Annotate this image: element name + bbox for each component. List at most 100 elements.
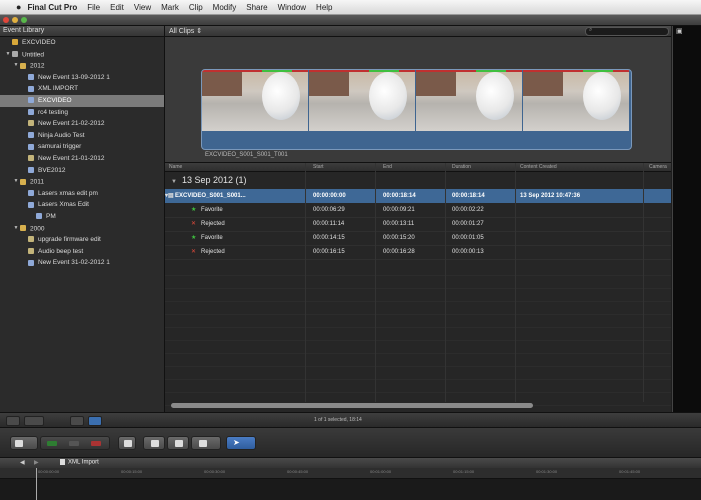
date-group-row[interactable]: ▼ 13 Sep 2012 (1) (165, 171, 671, 189)
arrow-cursor-icon: ➤ (233, 438, 240, 447)
forward-arrow-icon[interactable]: ▶ (34, 459, 39, 466)
column-header-name[interactable]: Name (169, 164, 182, 170)
search-icon: ⌕ (589, 27, 593, 33)
cell-start: 00:00:14:15 (313, 235, 345, 241)
library-item[interactable]: EXCVIDEO (0, 94, 164, 107)
disclosure-triangle-icon[interactable]: ▼ (12, 223, 20, 235)
library-item[interactable]: ▼ 2012 (0, 60, 164, 72)
menu-edit[interactable]: Edit (110, 3, 124, 12)
library-item-label: rc4 testing (38, 108, 68, 116)
library-item-label: samurai trigger (38, 143, 82, 151)
import-button[interactable] (40, 436, 110, 450)
close-window-button[interactable] (3, 17, 9, 23)
library-item[interactable]: New Event 31-02-2012 1 (0, 257, 164, 269)
star-icon (12, 39, 18, 46)
column-header-content-created[interactable]: Content Created (520, 164, 557, 170)
library-item[interactable]: New Event 21-02-2012 (0, 118, 164, 130)
horizontal-scrollbar[interactable] (171, 403, 533, 408)
event-icon (28, 236, 34, 243)
library-item[interactable]: EXCVIDEO (0, 37, 164, 49)
library-item[interactable]: XML IMPORT (0, 83, 164, 95)
column-header-end[interactable]: End (383, 164, 392, 170)
event-icon (28, 155, 34, 162)
library-item-label: upgrade firmware edit (38, 236, 101, 244)
keyword-button[interactable] (118, 436, 136, 450)
clip-filmstrip[interactable] (201, 69, 632, 150)
disclosure-triangle-icon[interactable]: ▼ (171, 179, 177, 185)
column-header-duration[interactable]: Duration (452, 164, 471, 170)
insert-clip-button[interactable] (167, 436, 189, 450)
rejected-x-icon: ✕ (191, 249, 197, 255)
select-tool-button[interactable]: ➤ (226, 436, 256, 450)
library-item[interactable]: BVE2012 (0, 165, 164, 177)
library-item-label: XML IMPORT (38, 85, 79, 93)
search-input[interactable]: ⌕ (585, 27, 669, 36)
clip-filter-dropdown[interactable]: All Clips ⇕ (169, 27, 202, 35)
library-item[interactable]: Lasers xmas edit pm (0, 188, 164, 200)
cell-duration: 00:00:18:14 (452, 193, 485, 199)
event-icon (28, 259, 34, 266)
library-item[interactable]: New Event 21-01-2012 (0, 153, 164, 165)
playhead[interactable] (36, 468, 37, 500)
zoom-window-button[interactable] (21, 17, 27, 23)
ruler-tick-label: 00:01:00:00 (370, 469, 392, 474)
library-item[interactable]: upgrade firmware edit (0, 234, 164, 246)
filmstrip-view-button[interactable] (6, 416, 20, 426)
library-item[interactable]: New Event 13-09-2012 1 (0, 72, 164, 84)
record-voiceover-button[interactable] (10, 436, 38, 450)
minimize-window-button[interactable] (12, 17, 18, 23)
menu-window[interactable]: Window (278, 3, 306, 12)
menu-share[interactable]: Share (246, 3, 267, 12)
timeline[interactable] (0, 479, 701, 500)
timeline-ruler[interactable]: 00:00:00:00 00:00:15:00 00:00:30:00 00:00:4… (0, 468, 701, 479)
favorite-range-row[interactable]: Favorite 00:00:14:15 00:00:15:20 00:00:01:0… (165, 231, 671, 246)
library-item[interactable]: ▼ 2000 (0, 223, 164, 235)
library-item-label: Untitled (22, 51, 45, 59)
app-menu[interactable]: Final Cut Pro (27, 3, 77, 12)
disclosure-triangle-icon[interactable]: ▼ (12, 176, 20, 188)
append-clip-button[interactable] (191, 436, 221, 450)
back-arrow-icon[interactable]: ◀ (20, 459, 25, 466)
library-item[interactable]: rc4 testing (0, 107, 164, 119)
filmstrip-toggle-button[interactable] (88, 416, 102, 426)
cell-duration: 00:00:02:22 (452, 207, 484, 213)
cell-start: 00:00:11:14 (313, 221, 345, 227)
menu-clip[interactable]: Clip (189, 3, 203, 12)
menu-modify[interactable]: Modify (213, 3, 237, 12)
event-icon (36, 213, 42, 220)
library-item[interactable]: PM (0, 211, 164, 223)
apple-menu-icon[interactable]: ● (16, 2, 21, 12)
project-name: XML Import (60, 459, 99, 466)
column-header-start[interactable]: Start (313, 164, 324, 170)
cell-end: 00:00:16:28 (383, 249, 415, 255)
clip-icon: ▾▤ (165, 193, 174, 199)
clip-row[interactable]: EXCVIDEO_S001_S001... 00:00:00:00 00:00:18… (165, 189, 671, 203)
connect-clip-button[interactable] (143, 436, 165, 450)
clip-thumbnail (202, 70, 308, 131)
rejected-range-row[interactable]: Rejected 00:00:16:15 00:00:16:28 00:00:00:1… (165, 245, 671, 260)
event-library-list: EXCVIDEO ▼ Untitled ▼ 2012 New Event 13-09-20… (0, 37, 164, 269)
column-header-camera[interactable]: Camera (649, 164, 667, 170)
browser-header: All Clips ⇕ ⌕ (165, 26, 671, 37)
list-view-button[interactable] (70, 416, 84, 426)
library-item[interactable]: Audio beep test (0, 246, 164, 258)
folder-icon (20, 225, 26, 232)
menu-mark[interactable]: Mark (161, 3, 179, 12)
menu-view[interactable]: View (134, 3, 151, 12)
clip-appearance-button[interactable] (24, 416, 44, 426)
library-item[interactable]: Ninja Audio Test (0, 130, 164, 142)
rejected-range-row[interactable]: Rejected 00:00:11:14 00:00:13:11 00:00:01:2… (165, 217, 671, 232)
library-item[interactable]: ▼ Untitled (0, 49, 164, 61)
library-item[interactable]: Lasers Xmas Edit (0, 199, 164, 211)
menu-file[interactable]: File (87, 3, 100, 12)
project-name-label: XML Import (68, 459, 99, 466)
library-item[interactable]: ▼ 2011 (0, 176, 164, 188)
library-item[interactable]: samurai trigger (0, 141, 164, 153)
disclosure-triangle-icon[interactable]: ▼ (4, 49, 12, 61)
toolbar: ➤ (0, 427, 701, 458)
favorite-range-row[interactable]: Favorite 00:00:06:29 00:00:09:21 00:00:02:2… (165, 203, 671, 218)
menu-help[interactable]: Help (316, 3, 332, 12)
drive-icon (12, 51, 18, 58)
disclosure-triangle-icon[interactable]: ▼ (12, 60, 20, 72)
library-item-label: Audio beep test (38, 247, 84, 255)
